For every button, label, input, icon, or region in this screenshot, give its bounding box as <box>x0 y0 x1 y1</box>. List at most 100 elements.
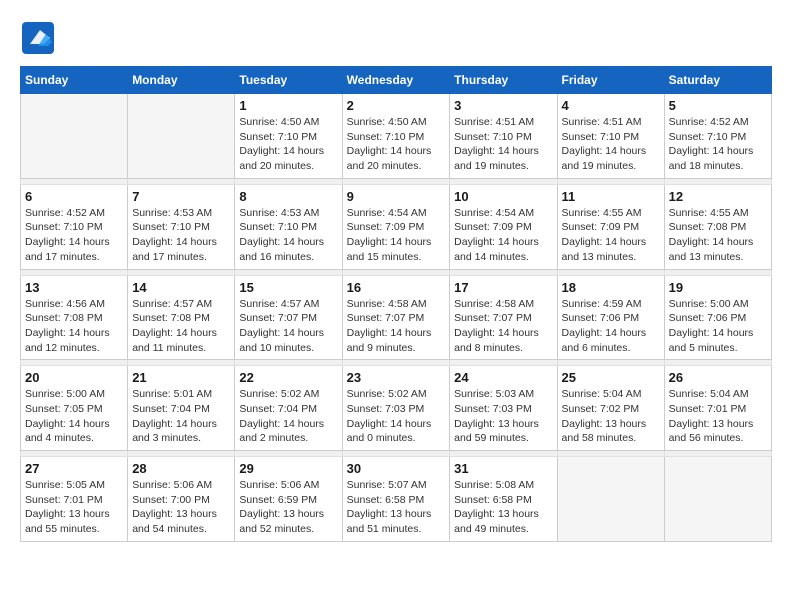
day-detail: Sunrise: 4:57 AMSunset: 7:07 PMDaylight:… <box>239 297 337 356</box>
day-number: 14 <box>132 280 230 295</box>
weekday-header-saturday: Saturday <box>664 67 771 94</box>
calendar-cell: 25 Sunrise: 5:04 AMSunset: 7:02 PMDayligh… <box>557 366 664 451</box>
day-number: 23 <box>347 370 446 385</box>
weekday-header-tuesday: Tuesday <box>235 67 342 94</box>
day-number: 16 <box>347 280 446 295</box>
day-detail: Sunrise: 5:02 AMSunset: 7:04 PMDaylight:… <box>239 387 337 446</box>
calendar-cell: 4Sunrise: 4:51 AMSunset: 7:10 PMDaylight… <box>557 94 664 179</box>
day-number: 18 <box>562 280 660 295</box>
logo-icon <box>20 20 56 56</box>
day-detail: Sunrise: 4:53 AMSunset: 7:10 PMDaylight:… <box>132 206 230 265</box>
day-detail: Sunrise: 4:55 AMSunset: 7:08 PMDaylight:… <box>669 206 767 265</box>
day-detail: Sunrise: 4:52 AMSunset: 7:10 PMDaylight:… <box>669 115 767 174</box>
day-number: 17 <box>454 280 552 295</box>
day-detail: Sunrise: 5:04 AMSunset: 7:02 PMDaylight:… <box>562 387 660 446</box>
calendar-cell: 16 Sunrise: 4:58 AMSunset: 7:07 PMDayligh… <box>342 275 450 360</box>
calendar-cell: 6 Sunrise: 4:52 AMSunset: 7:10 PMDaylight… <box>21 184 128 269</box>
weekday-header-thursday: Thursday <box>450 67 557 94</box>
day-detail: Sunrise: 4:58 AMSunset: 7:07 PMDaylight:… <box>347 297 446 356</box>
calendar-cell: 28Sunrise: 5:06 AMSunset: 7:00 PMDayligh… <box>128 457 235 542</box>
day-number: 26 <box>669 370 767 385</box>
calendar-cell: 10Sunrise: 4:54 AMSunset: 7:09 PMDayligh… <box>450 184 557 269</box>
day-number: 5 <box>669 98 767 113</box>
calendar-cell: 15 Sunrise: 4:57 AMSunset: 7:07 PMDayligh… <box>235 275 342 360</box>
calendar-cell: 27Sunrise: 5:05 AMSunset: 7:01 PMDayligh… <box>21 457 128 542</box>
weekday-header-friday: Friday <box>557 67 664 94</box>
calendar-table: SundayMondayTuesdayWednesdayThursdayFrid… <box>20 66 772 542</box>
day-detail: Sunrise: 4:50 AMSunset: 7:10 PMDaylight:… <box>239 115 337 174</box>
day-detail: Sunrise: 5:06 AMSunset: 6:59 PMDaylight:… <box>239 478 337 537</box>
day-detail: Sunrise: 5:00 AMSunset: 7:05 PMDaylight:… <box>25 387 123 446</box>
calendar-cell: 26 Sunrise: 5:04 AMSunset: 7:01 PMDayligh… <box>664 366 771 451</box>
calendar-cell: 2 Sunrise: 4:50 AMSunset: 7:10 PMDaylight… <box>342 94 450 179</box>
calendar-cell: 23 Sunrise: 5:02 AMSunset: 7:03 PMDayligh… <box>342 366 450 451</box>
day-detail: Sunrise: 4:57 AMSunset: 7:08 PMDaylight:… <box>132 297 230 356</box>
day-number: 21 <box>132 370 230 385</box>
day-number: 28 <box>132 461 230 476</box>
day-detail: Sunrise: 5:02 AMSunset: 7:03 PMDaylight:… <box>347 387 446 446</box>
day-detail: Sunrise: 4:51 AMSunset: 7:10 PMDaylight:… <box>454 115 552 174</box>
calendar-cell: 12 Sunrise: 4:55 AMSunset: 7:08 PMDayligh… <box>664 184 771 269</box>
day-detail: Sunrise: 4:53 AMSunset: 7:10 PMDaylight:… <box>239 206 337 265</box>
day-number: 25 <box>562 370 660 385</box>
day-detail: Sunrise: 5:00 AMSunset: 7:06 PMDaylight:… <box>669 297 767 356</box>
day-detail: Sunrise: 5:05 AMSunset: 7:01 PMDaylight:… <box>25 478 123 537</box>
calendar-week-3: 13Sunrise: 4:56 AMSunset: 7:08 PMDayligh… <box>21 275 772 360</box>
logo <box>20 20 62 56</box>
day-detail: Sunrise: 4:50 AMSunset: 7:10 PMDaylight:… <box>347 115 446 174</box>
calendar-cell: 22 Sunrise: 5:02 AMSunset: 7:04 PMDayligh… <box>235 366 342 451</box>
calendar-cell: 31Sunrise: 5:08 AMSunset: 6:58 PMDayligh… <box>450 457 557 542</box>
calendar-cell: 7 Sunrise: 4:53 AMSunset: 7:10 PMDaylight… <box>128 184 235 269</box>
calendar-cell: 13Sunrise: 4:56 AMSunset: 7:08 PMDayligh… <box>21 275 128 360</box>
weekday-header-sunday: Sunday <box>21 67 128 94</box>
day-number: 8 <box>239 189 337 204</box>
calendar-cell: 8 Sunrise: 4:53 AMSunset: 7:10 PMDaylight… <box>235 184 342 269</box>
calendar-cell: 1 Sunrise: 4:50 AMSunset: 7:10 PMDaylight… <box>235 94 342 179</box>
day-number: 11 <box>562 189 660 204</box>
calendar-header-row: SundayMondayTuesdayWednesdayThursdayFrid… <box>21 67 772 94</box>
calendar-cell: 21 Sunrise: 5:01 AMSunset: 7:04 PMDayligh… <box>128 366 235 451</box>
day-number: 19 <box>669 280 767 295</box>
calendar-cell <box>557 457 664 542</box>
day-detail: Sunrise: 5:07 AMSunset: 6:58 PMDaylight:… <box>347 478 446 537</box>
day-detail: Sunrise: 4:58 AMSunset: 7:07 PMDaylight:… <box>454 297 552 356</box>
day-number: 1 <box>239 98 337 113</box>
calendar-week-1: 1 Sunrise: 4:50 AMSunset: 7:10 PMDaylight… <box>21 94 772 179</box>
calendar-cell <box>128 94 235 179</box>
calendar-cell: 5 Sunrise: 4:52 AMSunset: 7:10 PMDaylight… <box>664 94 771 179</box>
day-detail: Sunrise: 4:51 AMSunset: 7:10 PMDaylight:… <box>562 115 660 174</box>
calendar-cell: 24 Sunrise: 5:03 AMSunset: 7:03 PMDayligh… <box>450 366 557 451</box>
calendar-cell <box>664 457 771 542</box>
calendar-cell: 18 Sunrise: 4:59 AMSunset: 7:06 PMDayligh… <box>557 275 664 360</box>
day-detail: Sunrise: 5:04 AMSunset: 7:01 PMDaylight:… <box>669 387 767 446</box>
day-number: 12 <box>669 189 767 204</box>
day-number: 24 <box>454 370 552 385</box>
day-detail: Sunrise: 4:56 AMSunset: 7:08 PMDaylight:… <box>25 297 123 356</box>
day-number: 3 <box>454 98 552 113</box>
page-header <box>20 20 772 56</box>
day-number: 6 <box>25 189 123 204</box>
calendar-cell <box>21 94 128 179</box>
day-number: 29 <box>239 461 337 476</box>
calendar-cell: 17 Sunrise: 4:58 AMSunset: 7:07 PMDayligh… <box>450 275 557 360</box>
day-detail: Sunrise: 4:59 AMSunset: 7:06 PMDaylight:… <box>562 297 660 356</box>
day-number: 22 <box>239 370 337 385</box>
calendar-week-5: 27Sunrise: 5:05 AMSunset: 7:01 PMDayligh… <box>21 457 772 542</box>
calendar-cell: 9Sunrise: 4:54 AMSunset: 7:09 PMDaylight… <box>342 184 450 269</box>
day-detail: Sunrise: 5:01 AMSunset: 7:04 PMDaylight:… <box>132 387 230 446</box>
day-number: 7 <box>132 189 230 204</box>
calendar-cell: 30Sunrise: 5:07 AMSunset: 6:58 PMDayligh… <box>342 457 450 542</box>
day-detail: Sunrise: 4:55 AMSunset: 7:09 PMDaylight:… <box>562 206 660 265</box>
day-number: 15 <box>239 280 337 295</box>
weekday-header-wednesday: Wednesday <box>342 67 450 94</box>
day-detail: Sunrise: 4:52 AMSunset: 7:10 PMDaylight:… <box>25 206 123 265</box>
calendar-week-2: 6 Sunrise: 4:52 AMSunset: 7:10 PMDaylight… <box>21 184 772 269</box>
calendar-cell: 29 Sunrise: 5:06 AMSunset: 6:59 PMDayligh… <box>235 457 342 542</box>
calendar-cell: 3 Sunrise: 4:51 AMSunset: 7:10 PMDaylight… <box>450 94 557 179</box>
day-detail: Sunrise: 4:54 AMSunset: 7:09 PMDaylight:… <box>454 206 552 265</box>
day-number: 2 <box>347 98 446 113</box>
day-detail: Sunrise: 4:54 AMSunset: 7:09 PMDaylight:… <box>347 206 446 265</box>
day-number: 20 <box>25 370 123 385</box>
weekday-header-monday: Monday <box>128 67 235 94</box>
day-detail: Sunrise: 5:03 AMSunset: 7:03 PMDaylight:… <box>454 387 552 446</box>
